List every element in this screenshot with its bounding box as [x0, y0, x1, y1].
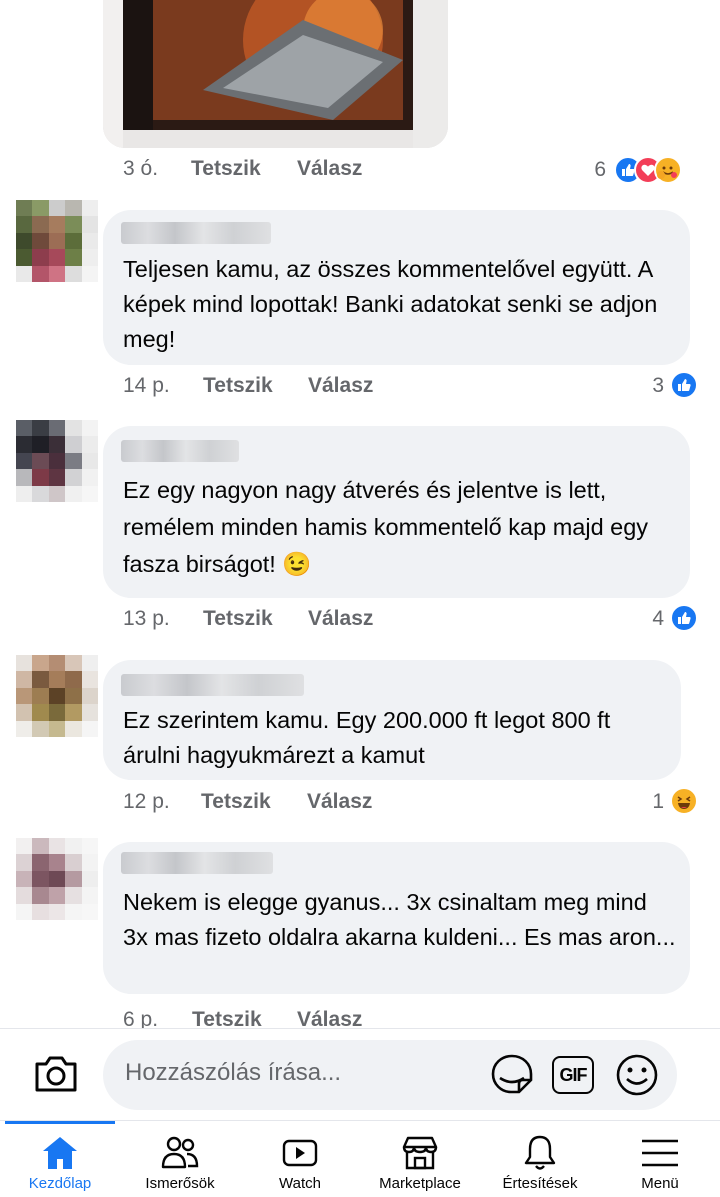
- comment-like-button[interactable]: Tetszik: [203, 607, 273, 631]
- comment-like-button[interactable]: Tetszik: [203, 374, 273, 398]
- avatar[interactable]: [16, 200, 98, 282]
- comment-time: 14 p.: [123, 374, 170, 397]
- avatar[interactable]: [16, 655, 98, 737]
- tab-marketplace[interactable]: Marketplace: [360, 1121, 480, 1197]
- comment-bubble[interactable]: Nekem is elegge gyanus... 3x csinaltam m…: [103, 842, 690, 994]
- post-time: 3 ó.: [123, 157, 159, 180]
- menu-icon: [642, 1139, 678, 1167]
- comment-like-button[interactable]: Tetszik: [201, 790, 271, 814]
- comment-bubble[interactable]: Ez egy nagyon nagy átverés és jelentve i…: [103, 426, 690, 598]
- home-icon: [43, 1137, 77, 1169]
- comment-reaction-count[interactable]: 3: [642, 374, 664, 398]
- comment-reaction-count[interactable]: 1: [642, 790, 664, 814]
- comment-reply-button[interactable]: Válasz: [308, 374, 373, 398]
- comment-time: 13 p.: [123, 607, 170, 630]
- avatar[interactable]: [16, 420, 98, 502]
- tab-label: Ismerősök: [145, 1175, 215, 1192]
- emoji-icon[interactable]: [615, 1053, 659, 1097]
- tab-label: Watch: [279, 1175, 321, 1192]
- comment-text: Ez szerintem kamu. Egy 200.000 ft legot …: [123, 707, 611, 768]
- camera-icon[interactable]: [33, 1052, 79, 1096]
- tab-friends[interactable]: Ismerősök: [120, 1121, 240, 1197]
- tab-home[interactable]: Kezdőlap: [0, 1121, 120, 1197]
- comment-text: Teljesen kamu, az összes kommentelővel e…: [123, 256, 658, 352]
- blurred-author-name[interactable]: [121, 440, 239, 462]
- watch-icon: [282, 1139, 318, 1167]
- comment-reaction-count[interactable]: 4: [642, 607, 664, 631]
- hug-icon: [654, 156, 682, 184]
- marketplace-icon: [402, 1136, 438, 1170]
- tab-notifications[interactable]: Értesítések: [480, 1121, 600, 1197]
- friends-icon: [161, 1136, 199, 1169]
- comment-input[interactable]: [123, 1058, 487, 1088]
- blurred-author-name[interactable]: [121, 852, 273, 874]
- tab-watch[interactable]: Watch: [240, 1121, 360, 1197]
- post-reply-button[interactable]: Válasz: [297, 157, 362, 181]
- comment-bubble[interactable]: Teljesen kamu, az összes kommentelővel e…: [103, 210, 690, 365]
- haha-icon: [670, 787, 698, 815]
- post-image[interactable]: [103, 0, 448, 148]
- comment-text: Ez egy nagyon nagy átverés és jelentve i…: [123, 477, 649, 577]
- comment-input-wrapper[interactable]: GIF: [103, 1040, 677, 1110]
- post-like-button[interactable]: Tetszik: [191, 157, 261, 181]
- post-reactions[interactable]: 6: [592, 156, 702, 186]
- blurred-author-name[interactable]: [121, 674, 304, 696]
- like-icon: [670, 604, 698, 632]
- comment-reply-button[interactable]: Válasz: [308, 607, 373, 631]
- blurred-author-name[interactable]: [121, 222, 271, 244]
- comment-text: Nekem is elegge gyanus... 3x csinaltam m…: [123, 889, 676, 950]
- comment-time: 12 p.: [123, 790, 170, 813]
- bell-icon: [524, 1135, 556, 1170]
- tab-label: Menü: [641, 1175, 679, 1192]
- tab-label: Marketplace: [379, 1175, 461, 1192]
- lego-box-image: [103, 0, 448, 148]
- sticker-icon[interactable]: [489, 1052, 535, 1098]
- bottom-tab-bar: Kezdőlap Ismerősök Watch Marketplace Ért…: [0, 1120, 720, 1197]
- gif-label: GIF: [559, 1064, 588, 1085]
- like-icon: [670, 371, 698, 399]
- tab-label: Kezdőlap: [28, 1175, 92, 1192]
- tab-menu[interactable]: Menü: [600, 1121, 720, 1197]
- tab-label: Értesítések: [502, 1175, 578, 1192]
- comment-bubble[interactable]: Ez szerintem kamu. Egy 200.000 ft legot …: [103, 660, 681, 780]
- post-reaction-count: 6: [594, 158, 606, 181]
- gif-icon[interactable]: GIF: [552, 1056, 594, 1094]
- comment-reply-button[interactable]: Válasz: [307, 790, 372, 814]
- avatar[interactable]: [16, 838, 98, 920]
